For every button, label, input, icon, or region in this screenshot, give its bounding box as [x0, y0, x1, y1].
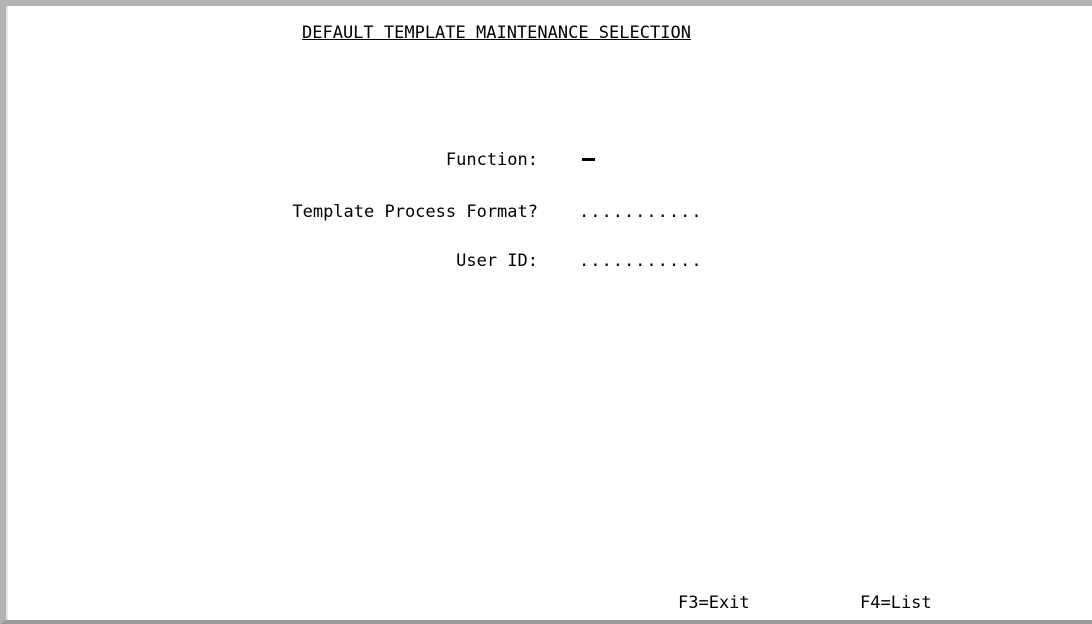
page-title: DEFAULT TEMPLATE MAINTENANCE SELECTION — [302, 23, 691, 43]
screen-border — [6, 6, 8, 620]
template-process-format-label: Template Process Format? — [292, 202, 538, 222]
terminal-screen: DEFAULT TEMPLATE MAINTENANCE SELECTION F… — [0, 0, 1092, 624]
template-process-format-input[interactable]: ........... — [579, 202, 703, 222]
f3-exit-key[interactable]: F3=Exit — [678, 593, 750, 613]
f4-list-key[interactable]: F4=List — [860, 593, 932, 613]
function-input-cursor[interactable] — [582, 158, 595, 161]
user-id-input[interactable]: ........... — [579, 251, 703, 271]
user-id-label: User ID: — [456, 251, 538, 271]
function-label: Function: — [445, 150, 538, 170]
